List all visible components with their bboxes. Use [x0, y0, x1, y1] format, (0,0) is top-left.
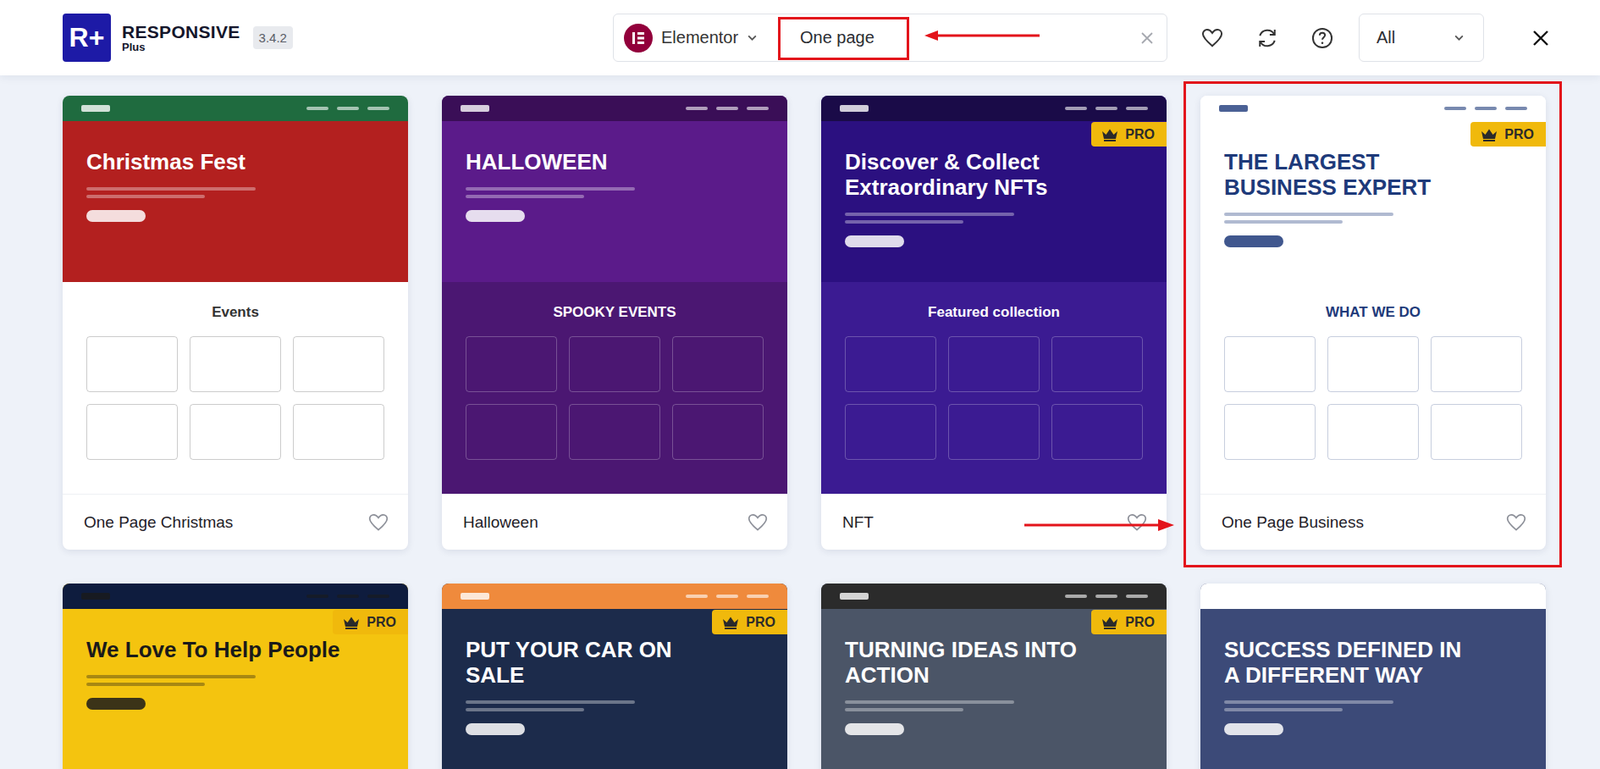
card-title: One Page Business — [1221, 513, 1364, 532]
favorite-heart-icon[interactable] — [1505, 511, 1528, 534]
annotation-box — [777, 16, 910, 61]
preview-nav — [441, 583, 788, 609]
preview-section-title: Featured collection — [844, 303, 1143, 321]
template-library: R+ RESPONSIVE Plus 3.4.2 Elementor All C… — [0, 0, 1600, 769]
filter-value: All — [1376, 27, 1396, 48]
search-input[interactable] — [777, 27, 1132, 48]
template-card[interactable]: We Love To Help People PRO — [62, 583, 409, 769]
card-footer: One Page Business — [1200, 493, 1546, 550]
app-edition: Plus — [121, 41, 241, 54]
toolbar-icons — [1200, 26, 1335, 50]
preview-headline: THE LARGEST BUSINESS EXPERT — [1224, 149, 1479, 201]
preview-headline: PUT YOUR CAR ON SALE — [465, 637, 720, 689]
card-title: NFT — [842, 513, 874, 532]
logo: R+ — [62, 13, 111, 62]
annotation-arrow-icon — [924, 29, 1040, 42]
elementor-icon — [623, 23, 653, 53]
preview-body: WHAT WE DO — [1200, 281, 1546, 494]
favorite-heart-icon[interactable] — [746, 511, 769, 534]
template-card[interactable]: HALLOWEEN SPOOKY EVENTS Halloween — [441, 95, 788, 550]
template-card[interactable]: Christmas Fest Events One Page Christmas — [62, 95, 409, 550]
preview-nav — [1200, 95, 1546, 122]
template-preview: Christmas Fest Events — [62, 95, 409, 494]
brand: R+ RESPONSIVE Plus 3.4.2 — [62, 13, 613, 62]
crown-icon — [342, 615, 360, 629]
favorite-heart-icon[interactable] — [1125, 511, 1148, 534]
builder-select[interactable]: Elementor — [613, 23, 778, 53]
preview-section-title: WHAT WE DO — [1224, 303, 1523, 321]
pro-badge: PRO — [1091, 609, 1167, 635]
chevron-down-icon — [1453, 32, 1465, 44]
pro-badge: PRO — [1470, 121, 1546, 147]
version-badge: 3.4.2 — [253, 26, 293, 50]
template-preview: Discover & Collect Extraordinary NFTs Fe… — [821, 95, 1167, 494]
preview-section-title: Events — [86, 303, 385, 321]
template-card[interactable]: THE LARGEST BUSINESS EXPERT WHAT WE DO O… — [1200, 95, 1546, 550]
preview-body: SPOOKY EVENTS — [441, 281, 788, 494]
card-title: One Page Christmas — [83, 513, 233, 532]
preview-nav — [62, 583, 409, 609]
refresh-icon[interactable] — [1255, 26, 1280, 50]
annotation-arrow-icon — [1024, 518, 1175, 532]
preview-body: Featured collection — [821, 281, 1167, 494]
pro-badge: PRO — [332, 609, 409, 635]
clear-icon[interactable] — [1138, 29, 1156, 47]
preview-headline: SUCCESS DEFINED IN A DIFFERENT WAY — [1224, 637, 1479, 689]
crown-icon — [722, 615, 740, 629]
preview-headline: Discover & Collect Extraordinary NFTs — [844, 149, 1099, 201]
top-bar: R+ RESPONSIVE Plus 3.4.2 Elementor All — [0, 0, 1600, 76]
crown-icon — [1101, 127, 1119, 142]
preview-nav — [1200, 583, 1546, 609]
brand-names: RESPONSIVE Plus — [121, 22, 241, 54]
preview-body: Events — [62, 281, 409, 494]
preview-nav — [62, 95, 409, 122]
card-footer: NFT — [821, 493, 1167, 550]
preview-headline: HALLOWEEN — [465, 149, 720, 176]
app-name: RESPONSIVE — [121, 22, 241, 42]
favorite-heart-icon[interactable] — [367, 511, 390, 534]
pro-label: PRO — [1125, 126, 1155, 143]
template-preview: HALLOWEEN SPOOKY EVENTS — [441, 95, 788, 494]
preview-headline: Christmas Fest — [86, 149, 341, 176]
template-preview: SUCCESS DEFINED IN A DIFFERENT WAY — [1200, 583, 1546, 769]
search-group: Elementor — [612, 13, 1168, 62]
template-card[interactable]: PUT YOUR CAR ON SALE PRO — [441, 583, 788, 769]
template-card[interactable]: SUCCESS DEFINED IN A DIFFERENT WAY — [1200, 583, 1546, 769]
card-footer: Halloween — [441, 493, 788, 550]
pro-label: PRO — [745, 614, 776, 630]
template-preview: THE LARGEST BUSINESS EXPERT WHAT WE DO — [1200, 95, 1546, 494]
search-field — [777, 14, 1132, 61]
card-footer: One Page Christmas — [62, 493, 409, 550]
preview-hero: Christmas Fest — [62, 121, 409, 282]
help-icon[interactable] — [1310, 26, 1335, 50]
card-title: Halloween — [463, 513, 539, 532]
builder-label: Elementor — [661, 27, 739, 48]
chevron-down-icon — [746, 32, 758, 44]
favorites-heart-icon[interactable] — [1200, 26, 1225, 50]
preview-nav — [441, 95, 788, 122]
annotation-box — [1183, 81, 1562, 568]
filter-dropdown[interactable]: All — [1358, 13, 1485, 62]
pro-badge: PRO — [711, 609, 788, 635]
pro-label: PRO — [1125, 614, 1155, 630]
crown-icon — [1101, 615, 1119, 629]
close-icon[interactable] — [1530, 27, 1551, 49]
preview-headline: TURNING IDEAS INTO ACTION — [844, 637, 1099, 689]
preview-hero: HALLOWEEN — [441, 121, 788, 282]
preview-hero: SUCCESS DEFINED IN A DIFFERENT WAY — [1200, 608, 1546, 769]
template-card[interactable]: Discover & Collect Extraordinary NFTs Fe… — [821, 95, 1167, 550]
preview-section-title: SPOOKY EVENTS — [465, 303, 764, 321]
preview-headline: We Love To Help People — [86, 637, 341, 663]
pro-label: PRO — [366, 614, 397, 630]
pro-badge: PRO — [1091, 121, 1167, 147]
preview-nav — [821, 95, 1167, 122]
template-grid: Christmas Fest Events One Page Christmas… — [0, 75, 1600, 769]
pro-label: PRO — [1504, 126, 1534, 143]
preview-nav — [821, 583, 1167, 609]
template-card[interactable]: TURNING IDEAS INTO ACTION PRO — [821, 583, 1167, 769]
crown-icon — [1480, 127, 1498, 142]
